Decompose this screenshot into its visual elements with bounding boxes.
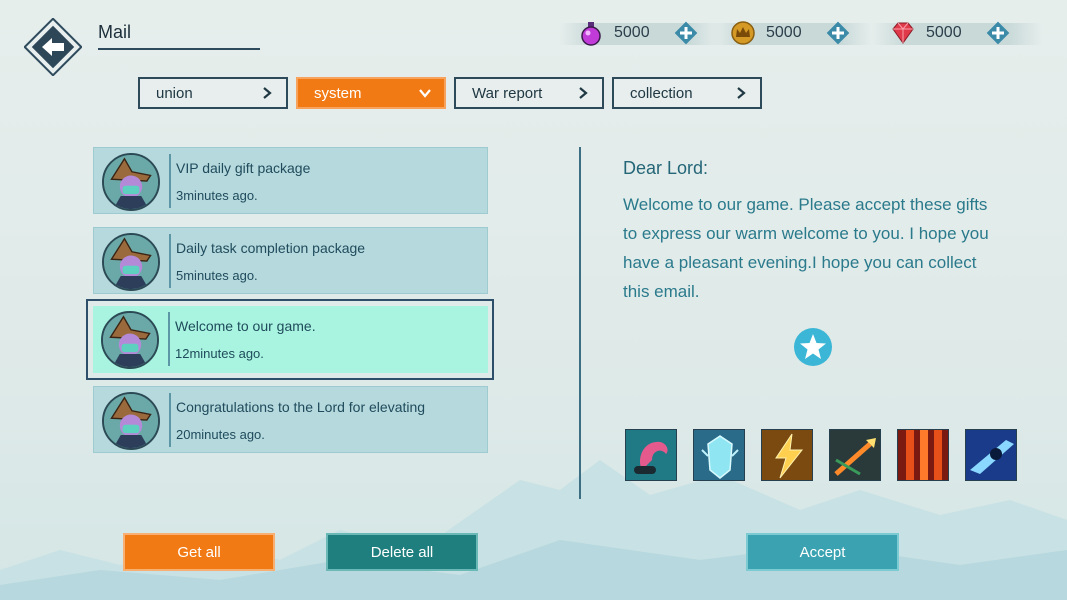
potion-amount: 5000 <box>614 24 650 41</box>
potion-icon <box>581 22 601 46</box>
tab-union-label: union <box>156 84 193 102</box>
mail-time: 12minutes ago. <box>175 346 264 361</box>
back-arrow-icon <box>23 17 83 77</box>
mail-time: 3minutes ago. <box>176 188 258 203</box>
reward-item[interactable] <box>897 429 949 481</box>
chevron-right-icon <box>263 87 272 99</box>
mail-item[interactable]: Daily task completion package 5minutes a… <box>93 227 488 294</box>
wizard-avatar-icon <box>103 313 157 367</box>
tab-collection[interactable]: collection <box>612 77 762 109</box>
mail-time: 20minutes ago. <box>176 427 265 442</box>
mail-item-selected[interactable]: Welcome to our game. 12minutes ago. <box>93 306 488 373</box>
reward-item[interactable] <box>625 429 677 481</box>
chevron-right-icon <box>737 87 746 99</box>
avatar <box>102 392 160 450</box>
reward-item[interactable] <box>965 429 1017 481</box>
delete-all-button[interactable]: Delete all <box>326 533 478 571</box>
mail-greeting: Dear Lord: <box>623 158 709 178</box>
chevron-down-icon <box>419 89 431 98</box>
ruby-gem-icon <box>892 22 914 44</box>
tab-system[interactable]: system <box>296 77 446 109</box>
currency-ruby: 5000 <box>872 19 1042 47</box>
tab-system-label: system <box>314 84 362 102</box>
mail-title: VIP daily gift package <box>176 160 311 176</box>
add-potion-button[interactable] <box>674 21 698 45</box>
ruby-amount: 5000 <box>926 24 962 41</box>
currency-potion: 5000 <box>560 19 720 47</box>
back-button[interactable] <box>23 17 83 77</box>
fire-pillar-skill-icon <box>898 430 948 480</box>
reward-item[interactable] <box>829 429 881 481</box>
mail-time: 5minutes ago. <box>176 268 258 283</box>
mail-body: Welcome to our game. Please accept these… <box>623 195 989 301</box>
get-all-button[interactable]: Get all <box>123 533 275 571</box>
reward-item[interactable] <box>761 429 813 481</box>
avatar <box>102 233 160 291</box>
page-title: Mail <box>98 22 132 42</box>
mail-title: Congratulations to the Lord for elevatin… <box>176 399 426 415</box>
title-underline: Mail <box>98 20 260 50</box>
scythe-skill-icon <box>626 430 676 480</box>
avatar <box>102 153 160 211</box>
add-crown-button[interactable] <box>826 21 850 45</box>
chevron-right-icon <box>579 87 588 99</box>
reward-item[interactable] <box>693 429 745 481</box>
mail-item[interactable]: Congratulations to the Lord for elevatin… <box>93 386 488 453</box>
crown-coin-icon <box>731 21 755 45</box>
wizard-avatar-icon <box>104 155 158 209</box>
wizard-avatar-icon <box>104 235 158 289</box>
star-badge-icon <box>794 328 832 366</box>
mail-title: Daily task completion package <box>176 240 366 256</box>
wizard-avatar-icon <box>104 394 158 448</box>
flame-arrow-skill-icon <box>830 430 880 480</box>
lightning-skill-icon <box>762 430 812 480</box>
avatar <box>101 311 159 369</box>
mail-title: Welcome to our game. <box>175 318 316 334</box>
tab-war-report[interactable]: War report <box>454 77 604 109</box>
ice-shield-skill-icon <box>694 430 744 480</box>
crown-amount: 5000 <box>766 24 802 41</box>
tab-union[interactable]: union <box>138 77 288 109</box>
tab-war-report-label: War report <box>472 84 543 102</box>
mail-item[interactable]: VIP daily gift package 3minutes ago. <box>93 147 488 214</box>
tab-collection-label: collection <box>630 84 693 102</box>
shadow-dash-skill-icon <box>966 430 1016 480</box>
panel-divider <box>579 147 581 499</box>
accept-button[interactable]: Accept <box>746 533 899 571</box>
currency-crown: 5000 <box>712 19 872 47</box>
add-ruby-button[interactable] <box>986 21 1010 45</box>
